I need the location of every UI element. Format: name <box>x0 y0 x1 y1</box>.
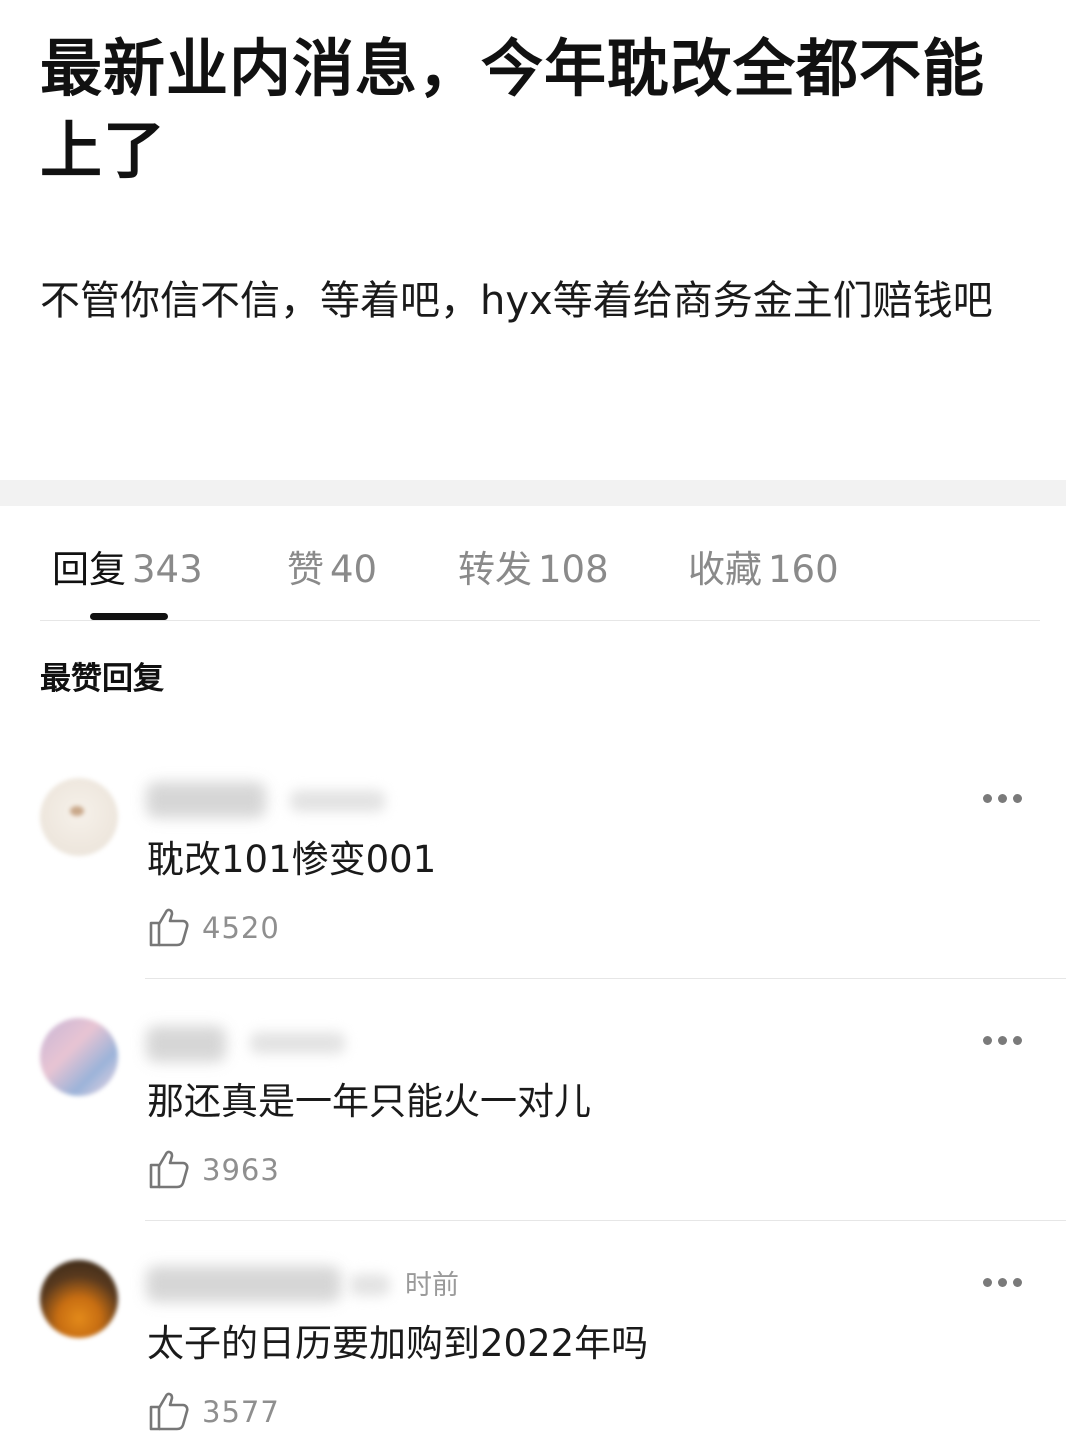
tab-reposts[interactable]: 转发 108 <box>458 542 609 598</box>
tab-likes[interactable]: 赞 40 <box>287 542 377 598</box>
tab-replies[interactable]: 回复 343 <box>52 542 203 598</box>
more-dots-icon[interactable] <box>980 790 1024 806</box>
timestamp-redacted <box>350 1274 390 1296</box>
thumbs-up-icon <box>149 1392 189 1431</box>
tab-replies-count: 343 <box>132 548 203 591</box>
timestamp-redacted <box>290 790 385 812</box>
timestamp: 时前 <box>405 1270 459 1301</box>
like-count: 3577 <box>202 1395 280 1429</box>
comment-separator <box>145 978 1066 979</box>
like-button[interactable]: 4520 <box>148 906 288 950</box>
like-count: 4520 <box>202 911 280 945</box>
like-count: 3963 <box>202 1153 280 1187</box>
like-button[interactable]: 3963 <box>148 1148 288 1192</box>
post-title: 最新业内消息，今年耽改全都不能上了 <box>40 32 986 187</box>
section-title: 最赞回复 <box>40 661 164 697</box>
comment-item: 那还真是一年只能火一对儿 3963 <box>0 1012 1066 1254</box>
post-body: 不管你信不信，等着吧，hyx等着给商务金主们赔钱吧 <box>40 278 993 324</box>
like-button[interactable]: 3577 <box>148 1390 288 1434</box>
tab-replies-label: 回复 <box>52 548 126 591</box>
timestamp-redacted <box>250 1032 345 1054</box>
username-redacted[interactable] <box>146 782 266 818</box>
comment-text: 那还真是一年只能火一对儿 <box>147 1080 591 1123</box>
tab-favorites-count: 160 <box>768 548 839 591</box>
comment-text: 太子的日历要加购到2022年吗 <box>147 1322 649 1365</box>
tab-reposts-count: 108 <box>538 548 609 591</box>
avatar[interactable] <box>40 1018 118 1096</box>
avatar[interactable] <box>40 778 118 856</box>
more-dots-icon[interactable] <box>980 1032 1024 1048</box>
comment-text: 耽改101惨变001 <box>147 838 437 881</box>
username-redacted[interactable] <box>146 1266 341 1302</box>
thumbs-up-icon <box>149 1150 189 1189</box>
more-dots-icon[interactable] <box>980 1274 1024 1290</box>
tab-favorites-label: 收藏 <box>688 548 762 591</box>
avatar[interactable] <box>40 1260 118 1338</box>
interaction-tabs: 回复 343 赞 40 转发 108 收藏 160 <box>0 506 1066 622</box>
thumbs-up-icon <box>149 908 189 947</box>
comment-item: 耽改101惨变001 4520 <box>0 770 1066 1012</box>
tab-likes-label: 赞 <box>287 548 324 591</box>
tab-favorites[interactable]: 收藏 160 <box>688 542 839 598</box>
comment-item: 时前 太子的日历要加购到2022年吗 3577 <box>0 1254 1066 1443</box>
comment-separator <box>145 1220 1066 1221</box>
username-redacted[interactable] <box>146 1026 226 1062</box>
tab-likes-count: 40 <box>330 548 378 591</box>
active-tab-indicator <box>90 613 168 620</box>
tab-reposts-label: 转发 <box>458 548 532 591</box>
section-divider <box>0 480 1066 506</box>
tabs-separator <box>40 620 1040 621</box>
